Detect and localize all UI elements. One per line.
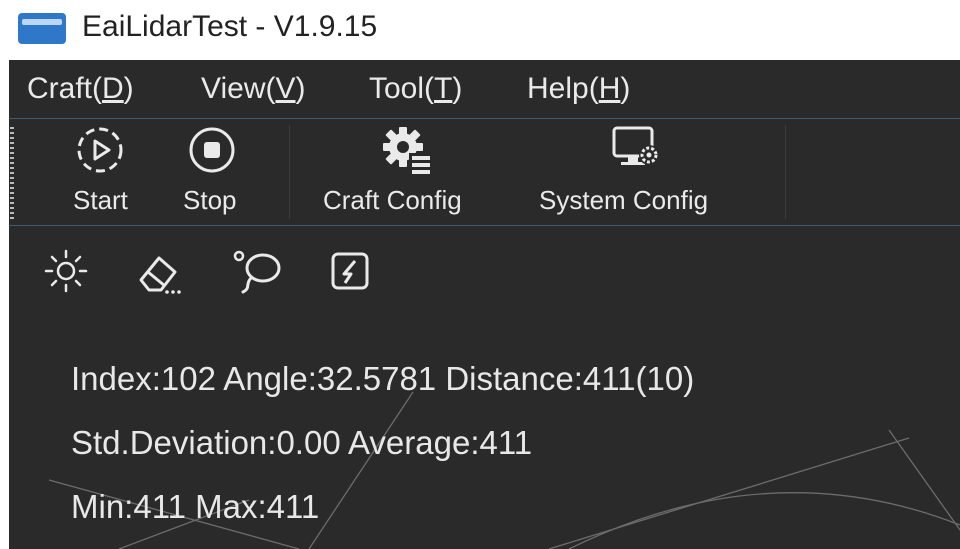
craft-config-label: Craft Config	[323, 185, 462, 215]
system-config-button[interactable]: System Config	[535, 125, 765, 221]
toolbar-separator	[289, 125, 290, 219]
main-window: Craft(D) View(V) Tool(T) Help(H) Start S…	[9, 60, 960, 549]
brightness-icon[interactable]	[43, 248, 89, 294]
craft-config-button[interactable]: Craft Config	[319, 125, 509, 221]
edit-square-icon[interactable]	[327, 248, 375, 296]
window-title: EaiLidarTest - V1.9.15	[82, 10, 378, 43]
info-std-deviation-average: Std.Deviation:0.00 Average:411	[71, 424, 533, 461]
play-circle-icon	[77, 127, 123, 173]
menu-bar: Craft(D) View(V) Tool(T) Help(H)	[9, 60, 960, 116]
toolbar-separator	[785, 125, 786, 219]
start-button[interactable]: Start	[61, 125, 151, 221]
gear-list-icon	[383, 127, 431, 174]
lasso-icon[interactable]	[229, 248, 285, 296]
info-min-max: Min:411 Max:411	[71, 488, 320, 525]
monitor-gear-icon	[612, 126, 659, 165]
menu-craft[interactable]: Craft(D)	[27, 72, 134, 106]
system-config-label: System Config	[539, 185, 709, 215]
start-label: Start	[73, 185, 128, 215]
menu-view[interactable]: View(V)	[201, 72, 306, 106]
menu-help[interactable]: Help(H)	[527, 72, 630, 106]
toolbar-grip[interactable]	[10, 127, 14, 219]
app-logo-icon	[18, 13, 66, 44]
stop-button[interactable]: Stop	[175, 125, 265, 221]
quick-tools-row	[9, 240, 960, 300]
title-bar: EaiLidarTest - V1.9.15	[0, 0, 960, 60]
stop-label: Stop	[183, 185, 237, 215]
eraser-icon[interactable]	[133, 248, 189, 296]
stop-circle-icon	[189, 127, 235, 173]
toolbar: Start Stop Craft Config System Config	[9, 118, 960, 226]
menu-tool[interactable]: Tool(T)	[369, 72, 462, 106]
info-index-angle-distance: Index:102 Angle:32.5781 Distance:411(10)	[71, 360, 695, 397]
